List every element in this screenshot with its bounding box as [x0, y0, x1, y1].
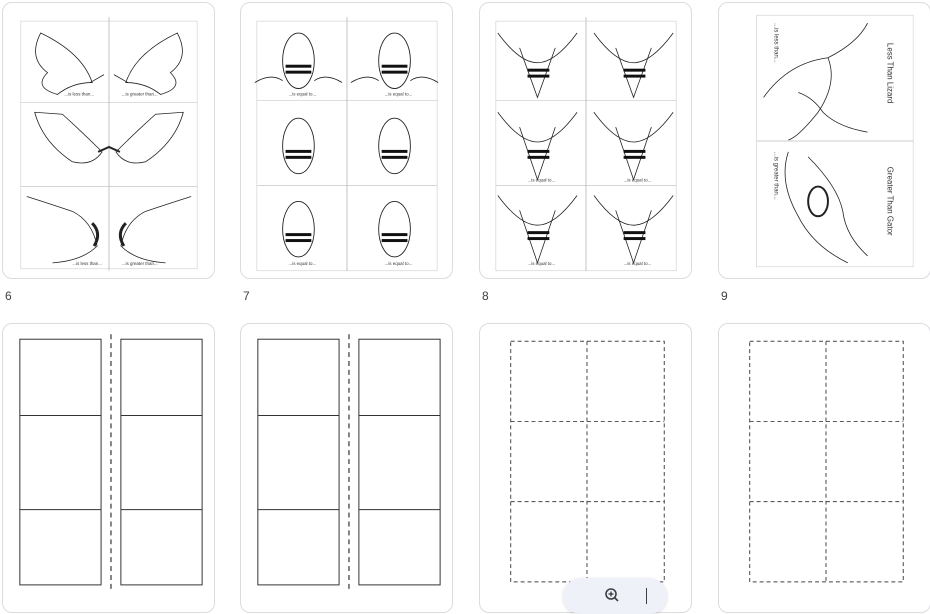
label-equal-5: ...is equal to... [528, 178, 556, 183]
label-equal-7: ...is equal to... [528, 261, 556, 266]
zoom-in-icon[interactable] [604, 587, 620, 603]
page-number-6: 6 [5, 289, 12, 303]
thumbnail-page-11[interactable] [240, 323, 453, 613]
page-8-preview: ...is equal to... ...is equal to... ...i… [495, 17, 677, 272]
page-number-9: 9 [721, 289, 728, 303]
label-equal-8: ...is equal to... [624, 261, 652, 266]
page-11-preview [257, 334, 441, 592]
label-equal-3: ...is equal to... [289, 261, 317, 266]
label-greater-than-left: ...is greater than... [772, 152, 778, 200]
page-9-preview: ...is less than... Less Than Lizard ...i… [756, 14, 914, 268]
thumbnail-page-9[interactable]: ...is less than... Less Than Lizard ...i… [718, 2, 930, 279]
label-less-than-lizard-title: Less Than Lizard [885, 43, 894, 104]
label-equal-4: ...is equal to... [385, 261, 413, 266]
label-equal-2: ...is equal to... [385, 91, 413, 96]
zoom-toolbar[interactable] [563, 578, 667, 614]
page-number-7: 7 [243, 289, 250, 303]
page-number-8: 8 [482, 289, 489, 303]
page-12-preview [510, 340, 665, 583]
page-13-preview [749, 340, 904, 583]
thumbnail-page-13[interactable] [718, 323, 930, 613]
page-6-preview: ...is less than... ...is greater than...… [20, 17, 198, 271]
label-less-than-2: ...is less than... [72, 261, 102, 266]
chick-illustration [254, 32, 439, 258]
page-7-preview: ...is equal to... ...is equal to... ...i… [254, 17, 439, 272]
label-less-than-lizard-left: ...is less than... [772, 23, 778, 63]
eagle-illustration [497, 32, 674, 265]
label-equal-6: ...is equal to... [624, 178, 652, 183]
zoom-divider [646, 588, 647, 604]
label-greater-than-1: ...is greater than... [122, 91, 158, 96]
thumbnail-page-7[interactable]: ...is equal to... ...is equal to... ...i… [240, 2, 453, 279]
label-equal-1: ...is equal to... [289, 91, 317, 96]
label-less-than-1: ...is less than... [64, 91, 94, 96]
label-greater-than-gator-title: Greater Than Gator [885, 167, 894, 236]
thumbnail-page-10[interactable] [2, 323, 215, 613]
alligator-illustration [784, 151, 868, 264]
thumbnail-page-12[interactable] [479, 323, 692, 613]
label-greater-than-2: ...is greater than... [122, 261, 158, 266]
thumbnail-page-8[interactable]: ...is equal to... ...is equal to... ...i… [479, 2, 692, 279]
thumbnail-page-6[interactable]: ...is less than... ...is greater than...… [2, 2, 215, 279]
page-10-preview [19, 334, 203, 592]
